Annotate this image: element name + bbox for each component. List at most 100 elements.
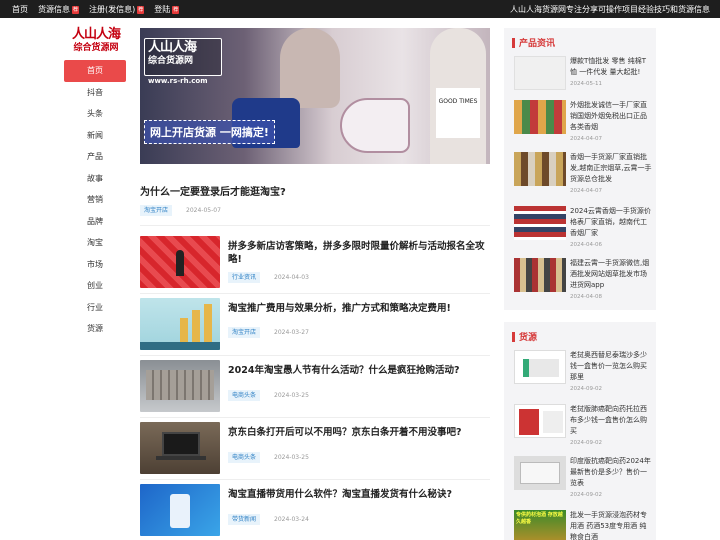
top-nav-register[interactable]: 注册(发信息) 荐: [89, 4, 145, 15]
article-item[interactable]: 京东白条打开后可以不用吗？京东白条开着不用没事吧? 电商头条 2024-03-2…: [140, 422, 490, 474]
sidebar-item[interactable]: 外烟批发诚信一手厂家直销国烟外烟免税出口正品各类香烟 2024-04-07: [514, 100, 654, 142]
divider: [140, 479, 490, 480]
nav-item-home[interactable]: 首页: [64, 60, 126, 82]
article-title[interactable]: 2024年淘宝愚人节有什么活动？什么是疯狂抢购活动?: [228, 364, 490, 377]
featured-title[interactable]: 为什么一定要登录后才能逛淘宝?: [140, 183, 286, 198]
article-tag[interactable]: 行业资讯: [228, 272, 261, 283]
divider: [140, 293, 490, 294]
nav-item-stories[interactable]: 故事: [64, 168, 126, 190]
featured-meta: 淘宝开店 2024-05-07: [140, 205, 221, 216]
nav-item-toutiao[interactable]: 头条: [64, 103, 126, 125]
featured-tag[interactable]: 淘宝开店: [140, 205, 173, 216]
nav-item-products[interactable]: 产品: [64, 146, 126, 168]
article-thumbnail[interactable]: [140, 484, 220, 536]
logo-line2: 综合货源网: [73, 43, 119, 53]
sidebar-item[interactable]: 爆款T恤批发 零售 纯棉T恤 一件代发 量大起批! 2024-05-11: [514, 56, 654, 94]
sidebar-item-title[interactable]: 香烟一手货源厂家直销批发,越南正宗烟草,云霄一手货源总仓批发: [570, 152, 652, 185]
recommend-badge: 荐: [172, 5, 180, 14]
sidebar-item-title[interactable]: 外烟批发诚信一手厂家直销国烟外烟免税出口正品各类香烟: [570, 100, 652, 133]
article-tag[interactable]: 电商头条: [228, 452, 261, 463]
featured-date: 2024-05-07: [186, 207, 221, 214]
sidebar-thumbnail[interactable]: [514, 56, 566, 90]
sidebar-thumbnail[interactable]: [514, 456, 566, 490]
sidebar-thumbnail[interactable]: [514, 404, 566, 438]
sidebar-thumbnail[interactable]: [514, 100, 566, 134]
sidebar-item-date: 2024-05-11: [570, 81, 602, 87]
article-meta: 电商头条 2024-03-25: [228, 390, 309, 401]
sidebar-item[interactable]: 老挝奥西替尼泰瑞沙多少钱一盒售价一览怎么购买那里 2024-09-02: [514, 350, 654, 392]
sidebar-item[interactable]: 印度版抗癌靶向药2024年最新售价是多少？售价一览表 2024-09-02: [514, 456, 654, 498]
article-meta: 电商头条 2024-03-25: [228, 452, 309, 463]
sidebar-item-title[interactable]: 老挝版肺癌靶向药托拉西布多少钱一盒售价怎么购买: [570, 404, 652, 437]
article-thumbnail[interactable]: [140, 360, 220, 412]
top-nav-sources[interactable]: 货源信息荐: [38, 4, 80, 15]
article-item[interactable]: 淘宝推广费用与效果分析，推广方式和策略决定费用! 淘宝开店 2024-03-27: [140, 298, 490, 350]
article-item[interactable]: 拼多多新店访客策略，拼多多限时限量价解析与活动报名全攻略! 行业资讯 2024-…: [140, 236, 490, 288]
banner-model-image: [280, 28, 340, 108]
article-meta: 淘宝开店 2024-03-27: [228, 327, 309, 338]
sidebar-item[interactable]: 福建云霄一手货源微信,烟酒批发网站烟草批发市场进货网app 2024-04-08: [514, 258, 654, 300]
sidebar-item-title[interactable]: 2024云霄香烟一手货源价格表厂家直销，越南代工香烟厂家: [570, 206, 652, 239]
nav-item-brand[interactable]: 品牌: [64, 211, 126, 233]
article-title[interactable]: 淘宝直播带货用什么软件？淘宝直播发货有什么秘诀?: [228, 488, 490, 501]
nav-item-douyin[interactable]: 抖音: [64, 82, 126, 104]
sidebar-item-title[interactable]: 福建云霄一手货源微信,烟酒批发网站烟草批发市场进货网app: [570, 258, 652, 291]
sidebar-heading: 货源: [512, 330, 537, 343]
nav-item-startup[interactable]: 创业: [64, 275, 126, 297]
sidebar-thumbnail[interactable]: [514, 350, 566, 384]
article-title[interactable]: 京东白条打开后可以不用吗？京东白条开着不用没事吧?: [228, 426, 490, 439]
top-bar: 首页 货源信息荐 注册(发信息) 荐 登陆荐 人山人海货源网专注分享可操作项目经验…: [0, 0, 720, 18]
sidebar-item[interactable]: 香烟一手货源厂家直销批发,越南正宗烟草,云霄一手货源总仓批发 2024-04-0…: [514, 152, 654, 194]
article-item[interactable]: 淘宝直播带货用什么软件？淘宝直播发货有什么秘诀? 带货新闻 2024-03-24: [140, 484, 490, 536]
sidebar-item[interactable]: 2024云霄香烟一手货源价格表厂家直销，越南代工香烟厂家 2024-04-06: [514, 206, 654, 248]
sidebar-thumbnail[interactable]: 专供药材泡酒 存放越久越香: [514, 510, 566, 540]
article-title[interactable]: 淘宝推广费用与效果分析，推广方式和策略决定费用!: [228, 302, 490, 315]
article-item[interactable]: 2024年淘宝愚人节有什么活动？什么是疯狂抢购活动? 电商头条 2024-03-…: [140, 360, 490, 412]
banner-shirt-text: GOOD TIMES: [436, 88, 480, 138]
banner-title: 人山人海: [148, 40, 197, 55]
heading-accent-bar: [512, 37, 515, 48]
site-logo[interactable]: 人山人海 综合货源网: [66, 28, 126, 56]
sidebar-item-date: 2024-09-02: [570, 386, 602, 392]
sidebar-thumbnail[interactable]: [514, 152, 566, 186]
top-nav-login[interactable]: 登陆荐: [154, 4, 180, 15]
nav-item-taobao[interactable]: 淘宝: [64, 232, 126, 254]
sidebar-item-date: 2024-09-02: [570, 440, 602, 446]
sidebar-thumbnail[interactable]: [514, 206, 566, 240]
recommend-badge: 荐: [72, 5, 80, 14]
nav-item-marketing[interactable]: 营销: [64, 189, 126, 211]
article-tag[interactable]: 电商头条: [228, 390, 261, 401]
article-thumbnail[interactable]: [140, 298, 220, 350]
logo-line1: 人山人海: [71, 27, 121, 42]
divider: [140, 355, 490, 356]
hero-banner[interactable]: GOOD TIMES 人山人海 综合货源网 www.rs-rh.com 网上开店…: [140, 28, 490, 164]
article-date: 2024-03-27: [274, 329, 309, 336]
nav-item-industry[interactable]: 行业: [64, 297, 126, 319]
sidebar-thumbnail[interactable]: [514, 258, 566, 292]
top-nav: 首页 货源信息荐 注册(发信息) 荐 登陆荐: [12, 4, 180, 15]
article-thumbnail[interactable]: [140, 422, 220, 474]
nav-item-market[interactable]: 市场: [64, 254, 126, 276]
sidebar-item-title[interactable]: 批发一手货源浸泡药材专用酒 药酒53度专用酒 纯粮食白酒: [570, 510, 652, 540]
sidebar-product-news: 产品资讯 爆款T恤批发 零售 纯棉T恤 一件代发 量大起批! 2024-05-1…: [504, 28, 656, 310]
sidebar-item[interactable]: 老挝版肺癌靶向药托拉西布多少钱一盒售价怎么购买 2024-09-02: [514, 404, 654, 446]
nav-item-news[interactable]: 新闻: [64, 125, 126, 147]
article-meta: 行业资讯 2024-04-03: [228, 272, 309, 283]
recommend-badge: 荐: [137, 5, 145, 14]
sidebar-item[interactable]: 专供药材泡酒 存放越久越香 批发一手货源浸泡药材专用酒 药酒53度专用酒 纯粮食…: [514, 510, 654, 540]
article-title[interactable]: 拼多多新店访客策略，拼多多限时限量价解析与活动报名全攻略!: [228, 240, 490, 266]
sidebar-item-title[interactable]: 老挝奥西替尼泰瑞沙多少钱一盒售价一览怎么购买那里: [570, 350, 652, 383]
banner-slogan: 网上开店货源 一网搞定!: [144, 120, 275, 144]
sidebar-item-title[interactable]: 爆款T恤批发 零售 纯棉T恤 一件代发 量大起批!: [570, 56, 652, 78]
sidebar-sources: 货源 老挝奥西替尼泰瑞沙多少钱一盒售价一览怎么购买那里 2024-09-02 老…: [504, 322, 656, 540]
sidebar-item-title[interactable]: 印度版抗癌靶向药2024年最新售价是多少？售价一览表: [570, 456, 652, 489]
banner-url: www.rs-rh.com: [148, 77, 208, 85]
banner-subtitle: 综合货源网: [148, 56, 194, 66]
article-thumbnail[interactable]: [140, 236, 220, 288]
article-tag[interactable]: 带货新闻: [228, 514, 261, 525]
article-date: 2024-03-25: [274, 392, 309, 399]
top-nav-home[interactable]: 首页: [12, 4, 28, 15]
nav-item-sources[interactable]: 货源: [64, 318, 126, 340]
sidebar-heading: 产品资讯: [512, 36, 555, 49]
article-tag[interactable]: 淘宝开店: [228, 327, 261, 338]
